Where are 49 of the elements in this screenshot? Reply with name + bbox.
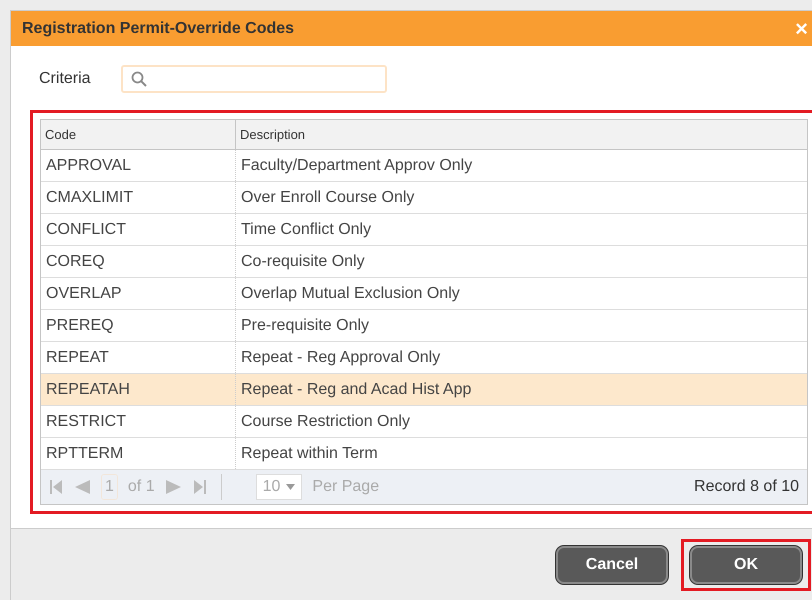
table-cell-text: Pre-requisite Only	[240, 316, 370, 336]
table-cell-text: Repeat - Reg and Acad Hist App	[240, 380, 472, 400]
cancel-button[interactable]: Cancel	[556, 546, 668, 584]
page-number: 1	[101, 474, 118, 500]
table-cell-text: Co-requisite Only	[240, 252, 366, 272]
search-icon	[130, 71, 147, 87]
table-cell-text: Overlap Mutual Exclusion Only	[240, 284, 461, 304]
ok-button[interactable]: OK	[690, 546, 802, 584]
table-row[interactable]: CMAXLIMIT Over Enroll Course Only	[41, 182, 807, 214]
table-row[interactable]: OVERLAP Overlap Mutual Exclusion Only	[41, 278, 807, 310]
table-cell: CONFLICT	[41, 214, 236, 245]
table-row[interactable]: RESTRICT Course Restriction Only	[41, 406, 807, 438]
table-cell-text: Repeat within Term	[240, 444, 379, 464]
table-cell-text: Course Restriction Only	[240, 412, 411, 432]
table-cell: PREREQ	[41, 310, 236, 341]
column-header[interactable]: Description	[236, 120, 807, 149]
last-page-icon	[192, 479, 207, 495]
previous-page-icon	[73, 479, 91, 495]
table-cell-text: Over Enroll Course Only	[240, 188, 416, 208]
next-page-button[interactable]	[164, 479, 183, 495]
table-cell: REPEATAH	[41, 374, 236, 405]
table-row[interactable]: APPROVAL Faculty/Department Approv Only	[41, 150, 807, 182]
record-count: Record 8 of 10	[694, 477, 799, 497]
table-row[interactable]: PREREQ Pre-requisite Only	[41, 310, 807, 342]
table-row[interactable]: COREQ Co-requisite Only	[41, 246, 807, 278]
page-count: of 1	[128, 477, 155, 497]
table-cell-text: Faculty/Department Approv Only	[240, 156, 474, 176]
table-cell: REPEAT	[41, 342, 236, 373]
first-page-icon	[49, 479, 63, 495]
next-page-icon	[164, 479, 183, 495]
field-label: Criteria	[39, 69, 91, 89]
table-cell: CMAXLIMIT	[41, 182, 236, 213]
per-page-label: Per Page	[312, 477, 380, 497]
table-cell: COREQ	[41, 246, 236, 277]
table-cell-text: Repeat - Reg Approval Only	[240, 348, 442, 368]
table-cell: RPTTERM	[41, 438, 236, 469]
previous-page-button[interactable]	[73, 479, 91, 495]
caret-icon	[286, 484, 296, 490]
column-header[interactable]: Code	[41, 120, 236, 149]
table-cell: RESTRICT	[41, 406, 236, 437]
table-cell: OVERLAP	[41, 278, 236, 309]
dialog-title: Registration Permit-Override Codes	[22, 18, 294, 38]
table-row[interactable]: CONFLICT Time Conflict Only	[41, 214, 807, 246]
table-row[interactable]: REPEATAH Repeat - Reg and Acad Hist App	[41, 374, 807, 406]
table-cell-text: Time Conflict Only	[240, 220, 372, 240]
search-field[interactable]	[120, 65, 387, 93]
first-page-button[interactable]	[49, 479, 63, 495]
last-page-button[interactable]	[192, 479, 207, 495]
table-cell: APPROVAL	[41, 150, 236, 181]
